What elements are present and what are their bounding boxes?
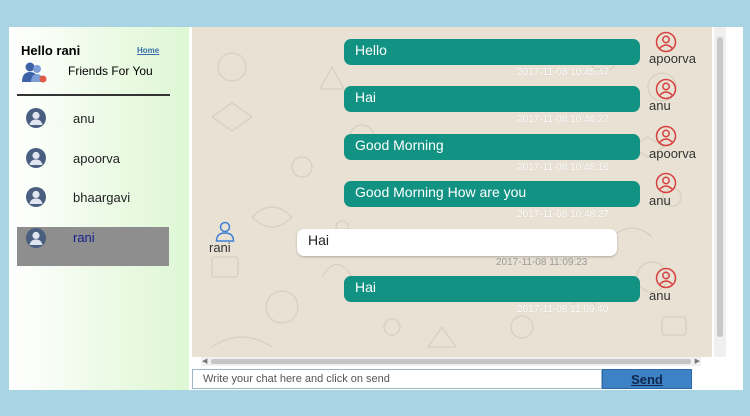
- sender-avatar-icon: [655, 78, 677, 100]
- message-timestamp: 2017-11-08 10:46:27: [517, 114, 610, 125]
- chat-message-input[interactable]: [192, 369, 602, 389]
- message-text: Good Morning How are you: [355, 184, 527, 200]
- sender-name: anu: [649, 193, 671, 208]
- message-timestamp: 2017-11-08 10:45:47: [517, 67, 610, 78]
- friends-group-icon: [22, 62, 47, 83]
- message-bubble-outgoing: Hello: [344, 39, 640, 65]
- sidebar-divider: [17, 94, 170, 96]
- friends-for-you-label: Friends For You: [68, 64, 153, 78]
- message-bubble-outgoing: Hai: [344, 86, 640, 112]
- scroll-left-arrow-icon[interactable]: ◀: [202, 357, 207, 366]
- user-avatar-icon: [26, 228, 46, 248]
- contact-item-rani[interactable]: rani: [17, 227, 169, 266]
- chat-vertical-scrollbar[interactable]: [714, 27, 726, 357]
- message-text: Hai: [355, 279, 377, 295]
- message-text: Hai: [355, 89, 377, 105]
- message-bubble-outgoing: Hai: [344, 276, 640, 302]
- message-timestamp: 2017-11-08 11:09:40: [517, 304, 609, 315]
- sender-name: anu: [649, 98, 671, 113]
- sender-avatar-icon: [215, 221, 235, 242]
- message-timestamp: 2017-11-08 10:48:27: [517, 209, 610, 220]
- message-text: Hai: [308, 232, 330, 248]
- friends-sidebar: Hello rani Home Friends For You anu apoo…: [9, 27, 189, 390]
- contact-name: rani: [73, 230, 95, 245]
- message-text: Good Morning: [355, 137, 444, 153]
- contact-item-apoorva[interactable]: apoorva: [17, 139, 169, 178]
- sender-avatar-icon: [655, 267, 677, 289]
- sender-name: rani: [209, 240, 231, 255]
- message-text: Hello: [355, 42, 387, 58]
- chat-messages-pane[interactable]: Hello 2017-11-08 10:45:47 apoorva Hai 20…: [192, 27, 712, 357]
- contact-item-bhaargavi[interactable]: bhaargavi: [17, 178, 169, 217]
- sender-avatar-icon: [655, 125, 677, 147]
- user-avatar-icon: [26, 187, 46, 207]
- scroll-right-arrow-icon[interactable]: ▶: [695, 357, 700, 366]
- contact-item-anu[interactable]: anu: [17, 99, 169, 138]
- chat-app-window: Hello rani Home Friends For You anu apoo…: [9, 27, 743, 390]
- sender-name: anu: [649, 288, 671, 303]
- scrollbar-thumb[interactable]: [717, 37, 723, 337]
- sender-avatar-icon: [655, 31, 677, 53]
- send-button[interactable]: Send: [602, 369, 692, 389]
- sender-avatar-icon: [655, 172, 677, 194]
- contact-name: anu: [73, 111, 95, 126]
- sender-name: apoorva: [649, 146, 696, 161]
- home-link[interactable]: Home: [137, 46, 159, 55]
- message-bubble-outgoing: Good Morning: [344, 134, 640, 160]
- message-bubble-incoming: Hai: [297, 229, 617, 256]
- greeting-title: Hello rani: [21, 43, 81, 58]
- user-avatar-icon: [26, 108, 46, 128]
- scrollbar-thumb[interactable]: [211, 359, 691, 364]
- contact-name: apoorva: [73, 151, 120, 166]
- message-timestamp: 2017-11-08 10:48:16: [517, 162, 610, 173]
- message-timestamp: 2017-11-08 11:09:23: [496, 257, 588, 268]
- sender-name: apoorva: [649, 51, 696, 66]
- chat-horizontal-scrollbar[interactable]: ◀ ▶: [201, 357, 701, 366]
- contact-name: bhaargavi: [73, 190, 131, 205]
- message-bubble-outgoing: Good Morning How are you: [344, 181, 640, 207]
- user-avatar-icon: [26, 148, 46, 168]
